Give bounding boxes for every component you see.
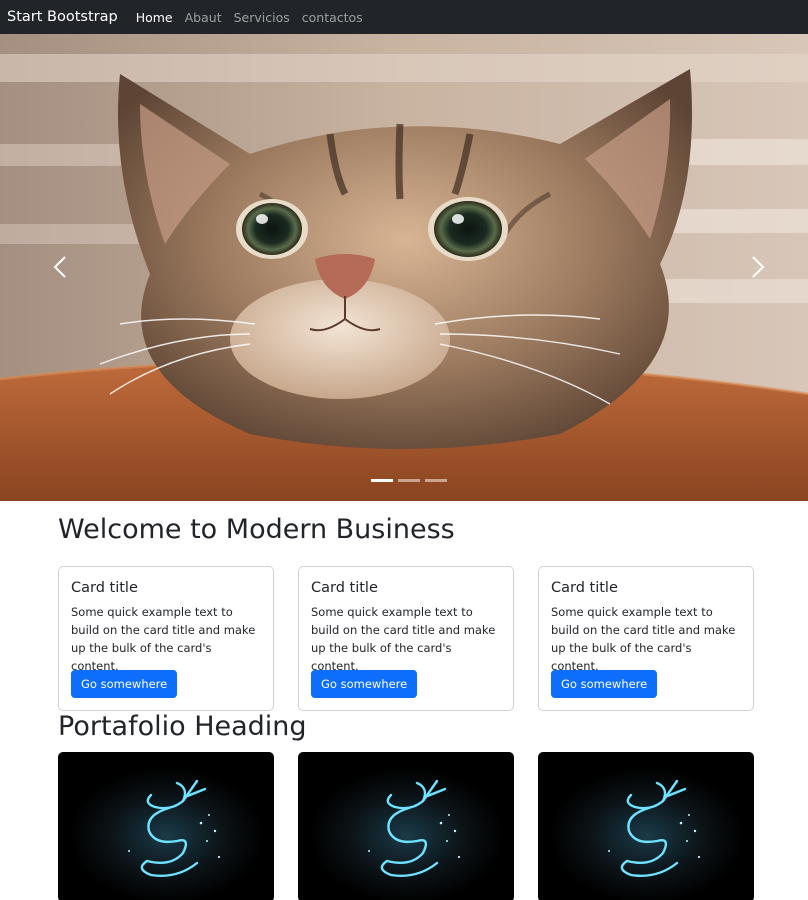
chevron-left-icon	[53, 256, 66, 278]
go-somewhere-button[interactable]: Go somewhere	[311, 670, 418, 698]
card-title: Card title	[551, 580, 618, 596]
portfolio-card[interactable]	[538, 752, 754, 900]
nav-link-contacts[interactable]: contactos	[302, 10, 363, 25]
chevron-right-icon	[752, 256, 765, 278]
info-card: Card title Some quick example text to bu…	[58, 566, 274, 711]
nav-link-services[interactable]: Servicios	[234, 10, 290, 25]
portfolio-heading: Portafolio Heading	[58, 711, 307, 742]
portfolio-card[interactable]	[298, 752, 514, 900]
carousel-indicator-1[interactable]	[371, 479, 393, 482]
card-text: Some quick example text to build on the …	[551, 605, 736, 673]
dragon-image	[59, 753, 273, 900]
go-somewhere-button[interactable]: Go somewhere	[71, 670, 178, 698]
card-text: Some quick example text to build on the …	[71, 605, 256, 673]
nav-link-home[interactable]: Home	[136, 10, 173, 25]
carousel-prev-button[interactable]	[40, 237, 80, 297]
dragon-image	[539, 753, 753, 900]
carousel-indicators	[371, 479, 447, 482]
welcome-heading: Welcome to Modern Business	[58, 514, 455, 545]
carousel-cat-image	[0, 34, 808, 501]
portfolio-card[interactable]	[58, 752, 274, 900]
carousel-indicator-3[interactable]	[425, 479, 447, 482]
navbar-brand[interactable]: Start Bootstrap	[7, 9, 118, 25]
hero-carousel	[0, 34, 808, 501]
nav-link-about[interactable]: Abaut	[185, 10, 222, 25]
card-text: Some quick example text to build on the …	[311, 605, 496, 673]
navbar: Start Bootstrap Home Abaut Servicios con…	[0, 0, 808, 34]
info-card: Card title Some quick example text to bu…	[298, 566, 514, 711]
card-title: Card title	[71, 580, 138, 596]
go-somewhere-button[interactable]: Go somewhere	[551, 670, 658, 698]
info-card: Card title Some quick example text to bu…	[538, 566, 754, 711]
card-title: Card title	[311, 580, 378, 596]
carousel-indicator-2[interactable]	[398, 479, 420, 482]
dragon-image	[299, 753, 513, 900]
carousel-next-button[interactable]	[738, 237, 778, 297]
